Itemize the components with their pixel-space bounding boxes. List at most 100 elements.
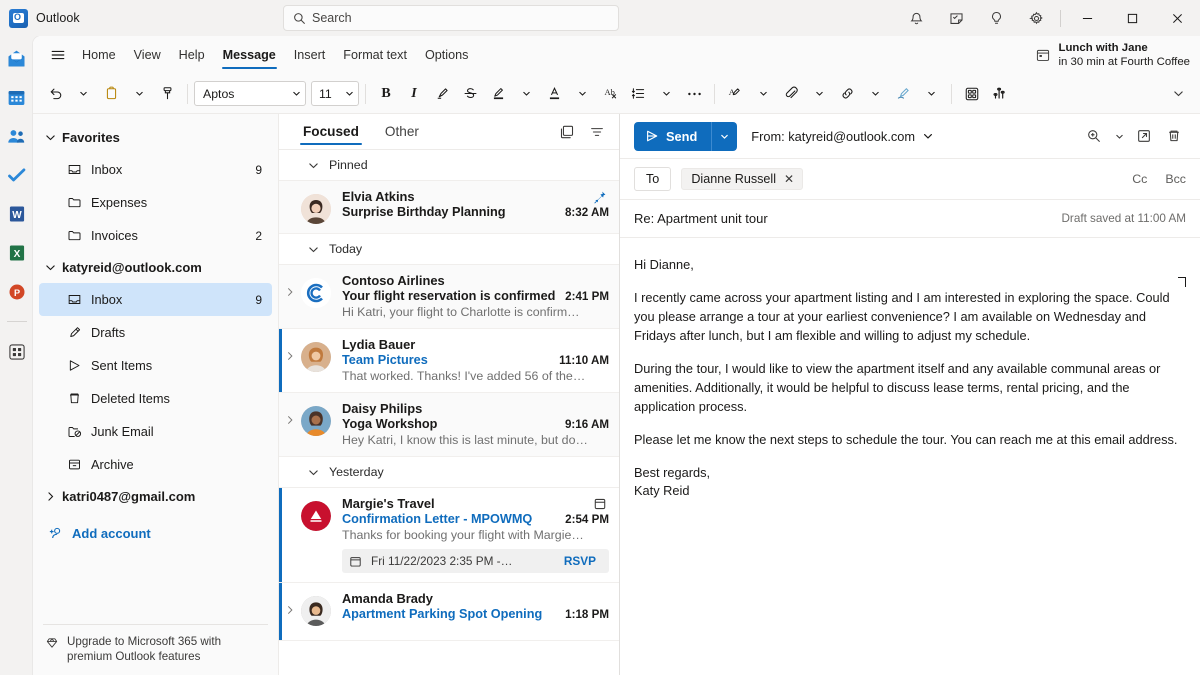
- add-account-button[interactable]: Add account: [39, 516, 272, 550]
- list-dropdown-icon[interactable]: [652, 80, 680, 108]
- search-input[interactable]: Search: [283, 5, 619, 31]
- calendar-flag-icon[interactable]: [593, 497, 607, 511]
- text-highlight-dropdown-icon[interactable]: [512, 80, 540, 108]
- ribbon-tab-options[interactable]: Options: [417, 43, 476, 67]
- attach-dropdown-icon[interactable]: [805, 80, 833, 108]
- subject-input[interactable]: Re: Apartment unit tour: [634, 211, 1061, 226]
- link-dropdown-icon[interactable]: [861, 80, 889, 108]
- editor-dropdown-icon[interactable]: [749, 80, 777, 108]
- rsvp-button[interactable]: RSVP: [559, 553, 601, 569]
- message-body-editor[interactable]: Hi Dianne, I recently came across your a…: [620, 238, 1200, 675]
- from-selector[interactable]: From: katyreid@outlook.com: [751, 129, 933, 144]
- minimize-button[interactable]: [1065, 0, 1110, 36]
- send-options-button[interactable]: [711, 121, 738, 151]
- excel-app-icon[interactable]: X: [5, 241, 29, 265]
- hamburger-menu-icon[interactable]: [43, 40, 73, 70]
- undo-dropdown-icon[interactable]: [69, 80, 97, 108]
- font-size-select[interactable]: 11: [311, 81, 359, 106]
- font-color-dropdown-icon[interactable]: [568, 80, 596, 108]
- message-list-scroll[interactable]: Pinned Elvia Atkins Surprise Birthday Pl…: [279, 150, 619, 675]
- gear-icon[interactable]: [1016, 0, 1056, 36]
- signature-icon[interactable]: [889, 80, 917, 108]
- message-list-item[interactable]: Lydia Bauer Team Pictures 11:10 AM That …: [279, 329, 619, 393]
- message-list-item[interactable]: Margie's Travel Confirmation Letter - MP…: [279, 488, 619, 583]
- popout-icon[interactable]: [1130, 122, 1158, 150]
- link-icon[interactable]: [833, 80, 861, 108]
- message-list-item[interactable]: Daisy Philips Yoga Workshop 9:16 AM Hey …: [279, 393, 619, 457]
- format-painter-icon[interactable]: [153, 80, 181, 108]
- send-button[interactable]: Send: [634, 121, 712, 151]
- expand-thread-icon[interactable]: [279, 401, 301, 447]
- editor-icon[interactable]: A: [721, 80, 749, 108]
- new-message-icon[interactable]: [553, 118, 581, 146]
- highlighter-pen-icon[interactable]: [428, 80, 456, 108]
- sidebar-item-invoices[interactable]: Invoices 2: [39, 219, 272, 252]
- meeting-reminder[interactable]: Lunch with Jane in 30 min at Fourth Coff…: [1029, 37, 1200, 73]
- calendar-app-icon[interactable]: [5, 85, 29, 109]
- ribbon-tab-format-text[interactable]: Format text: [335, 43, 415, 67]
- list-icon[interactable]: [624, 80, 652, 108]
- message-group-today[interactable]: Today: [279, 234, 619, 265]
- paste-icon[interactable]: [97, 80, 125, 108]
- more-formatting-icon[interactable]: [680, 80, 708, 108]
- message-list-item[interactable]: Contoso Airlines Your flight reservation…: [279, 265, 619, 329]
- font-color-icon[interactable]: [540, 80, 568, 108]
- table-icon[interactable]: [958, 80, 986, 108]
- clear-formatting-icon[interactable]: Ab: [596, 80, 624, 108]
- ribbon-expand-icon[interactable]: [1164, 80, 1192, 108]
- remove-recipient-icon[interactable]: ✕: [784, 172, 794, 186]
- mail-app-icon[interactable]: [5, 46, 29, 70]
- strikethrough-icon[interactable]: [456, 80, 484, 108]
- zoom-in-icon[interactable]: [1080, 122, 1108, 150]
- ribbon-tab-message[interactable]: Message: [215, 43, 284, 69]
- bell-icon[interactable]: [896, 0, 936, 36]
- ribbon-tab-home[interactable]: Home: [74, 43, 124, 67]
- text-highlight-color-icon[interactable]: [484, 80, 512, 108]
- message-group-pinned[interactable]: Pinned: [279, 150, 619, 181]
- signature-dropdown-icon[interactable]: [917, 80, 945, 108]
- sidebar-item-archive[interactable]: Archive: [39, 448, 272, 481]
- maximize-button[interactable]: [1110, 0, 1155, 36]
- message-list-item[interactable]: Amanda Brady Apartment Parking Spot Open…: [279, 583, 619, 641]
- pin-icon[interactable]: [593, 190, 607, 204]
- cc-button[interactable]: Cc: [1132, 172, 1147, 186]
- close-button[interactable]: [1155, 0, 1200, 36]
- bcc-button[interactable]: Bcc: [1165, 172, 1186, 186]
- expand-thread-icon[interactable]: [279, 591, 301, 631]
- sidebar-item-deleted-items[interactable]: Deleted Items: [39, 382, 272, 415]
- folder-group-favorites[interactable]: Favorites: [39, 122, 272, 153]
- tasks-note-icon[interactable]: [936, 0, 976, 36]
- bold-icon[interactable]: B: [372, 80, 400, 108]
- tab-other[interactable]: Other: [379, 118, 425, 146]
- attach-icon[interactable]: [777, 80, 805, 108]
- ribbon-tab-help[interactable]: Help: [171, 43, 213, 67]
- sidebar-item-favorites-inbox[interactable]: Inbox 9: [39, 153, 272, 186]
- people-app-icon[interactable]: [5, 124, 29, 148]
- recipient-chip[interactable]: Dianne Russell ✕: [681, 168, 804, 190]
- poll-icon[interactable]: [986, 80, 1014, 108]
- sidebar-item-sent-items[interactable]: Sent Items: [39, 349, 272, 382]
- rsvp-card[interactable]: Fri 11/22/2023 2:35 PM -… RSVP: [342, 549, 609, 573]
- powerpoint-app-icon[interactable]: P: [5, 280, 29, 304]
- trash-icon[interactable]: [1160, 122, 1188, 150]
- ribbon-tab-view[interactable]: View: [126, 43, 169, 67]
- sidebar-item-expenses[interactable]: Expenses: [39, 186, 272, 219]
- tab-focused[interactable]: Focused: [297, 118, 365, 146]
- message-group-yesterday[interactable]: Yesterday: [279, 457, 619, 488]
- message-list-item[interactable]: Elvia Atkins Surprise Birthday Planning …: [279, 181, 619, 234]
- expand-thread-icon[interactable]: [279, 273, 301, 319]
- sidebar-item-drafts[interactable]: Drafts: [39, 316, 272, 349]
- undo-icon[interactable]: [41, 80, 69, 108]
- sidebar-item-inbox[interactable]: Inbox 9: [39, 283, 272, 316]
- todo-app-icon[interactable]: [5, 163, 29, 187]
- zoom-dropdown-icon[interactable]: [1110, 122, 1128, 150]
- to-button[interactable]: To: [634, 167, 672, 191]
- folder-group-outlook-account[interactable]: katyreid@outlook.com: [39, 252, 272, 283]
- paste-dropdown-icon[interactable]: [125, 80, 153, 108]
- lightbulb-icon[interactable]: [976, 0, 1016, 36]
- italic-icon[interactable]: I: [400, 80, 428, 108]
- expand-thread-icon[interactable]: [279, 337, 301, 383]
- upgrade-banner[interactable]: Upgrade to Microsoft 365 with premium Ou…: [43, 624, 268, 675]
- folder-group-gmail-account[interactable]: katri0487@gmail.com: [39, 481, 272, 512]
- more-apps-icon[interactable]: [5, 340, 29, 364]
